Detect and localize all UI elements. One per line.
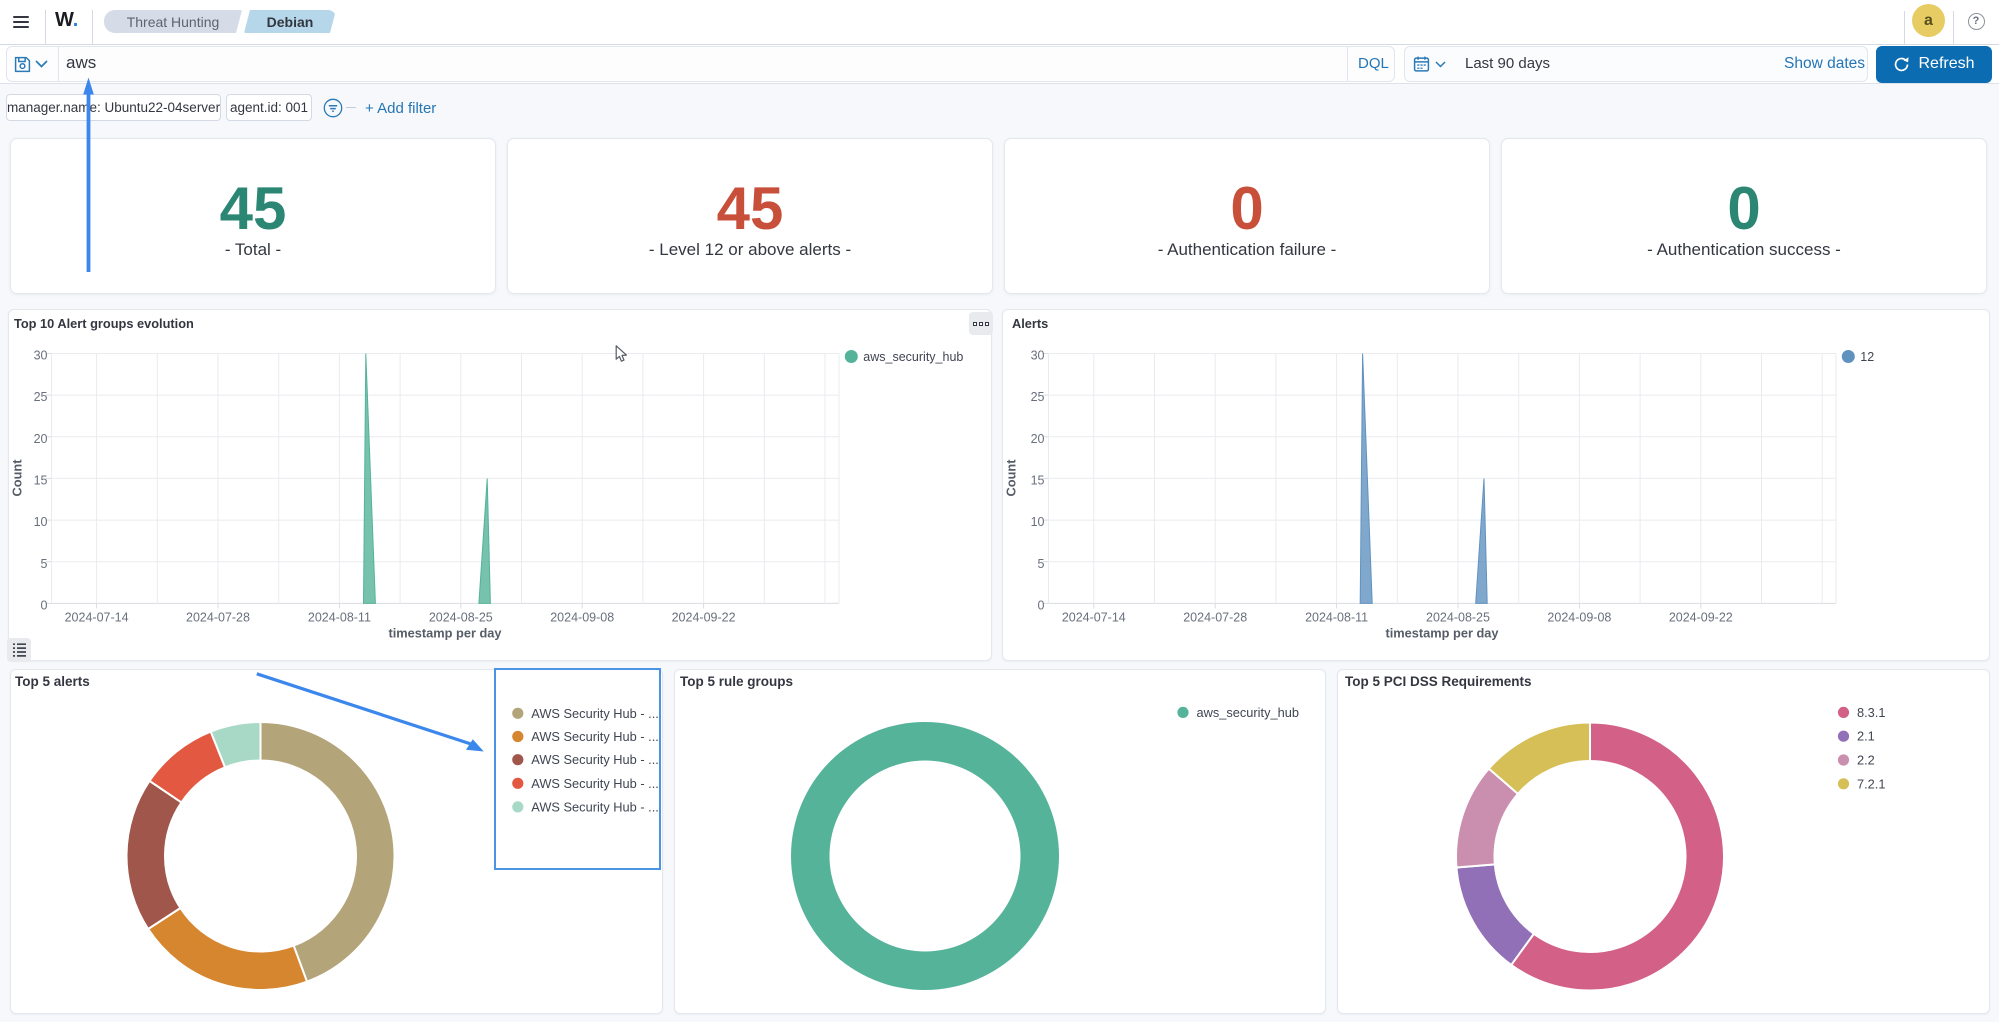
- svg-text:2024-07-14: 2024-07-14: [65, 610, 129, 624]
- svg-text:0: 0: [41, 598, 48, 612]
- svg-text:10: 10: [1031, 515, 1045, 529]
- svg-text:2024-07-28: 2024-07-28: [1183, 610, 1247, 624]
- svg-text:Count: Count: [10, 459, 25, 497]
- svg-text:2024-09-08: 2024-09-08: [1547, 610, 1611, 624]
- svg-text:2024-08-11: 2024-08-11: [308, 610, 371, 624]
- svg-text:10: 10: [34, 515, 48, 529]
- svg-text:2024-09-22: 2024-09-22: [1669, 610, 1733, 624]
- svg-text:20: 20: [1031, 432, 1045, 446]
- svg-text:2024-08-11: 2024-08-11: [1305, 610, 1368, 624]
- svg-text:Count: Count: [1004, 459, 1019, 497]
- svg-text:30: 30: [1031, 349, 1045, 363]
- svg-text:2024-09-08: 2024-09-08: [550, 610, 614, 624]
- svg-text:25: 25: [34, 390, 48, 404]
- svg-text:timestamp per day: timestamp per day: [1385, 625, 1499, 640]
- svg-text:2.1: 2.1: [1857, 729, 1875, 744]
- svg-text:25: 25: [1031, 390, 1045, 404]
- svg-text:2024-08-25: 2024-08-25: [1426, 610, 1490, 624]
- svg-text:15: 15: [1031, 473, 1045, 487]
- svg-text:5: 5: [41, 557, 48, 571]
- svg-text:aws_security_hub: aws_security_hub: [1197, 705, 1299, 720]
- svg-text:8.3.1: 8.3.1: [1857, 705, 1885, 720]
- svg-text:2024-09-22: 2024-09-22: [672, 610, 736, 624]
- svg-text:15: 15: [34, 473, 48, 487]
- svg-text:2024-07-14: 2024-07-14: [1062, 610, 1126, 624]
- svg-text:2024-08-25: 2024-08-25: [429, 610, 493, 624]
- svg-text:12: 12: [1860, 350, 1874, 364]
- svg-text:2.2: 2.2: [1857, 753, 1875, 768]
- svg-text:20: 20: [34, 432, 48, 446]
- svg-text:aws_security_hub: aws_security_hub: [863, 350, 963, 364]
- svg-text:5: 5: [1038, 557, 1045, 571]
- svg-text:2024-07-28: 2024-07-28: [186, 610, 250, 624]
- svg-text:30: 30: [34, 349, 48, 363]
- svg-text:7.2.1: 7.2.1: [1857, 776, 1885, 791]
- svg-text:0: 0: [1038, 598, 1045, 612]
- svg-text:timestamp per day: timestamp per day: [388, 625, 502, 640]
